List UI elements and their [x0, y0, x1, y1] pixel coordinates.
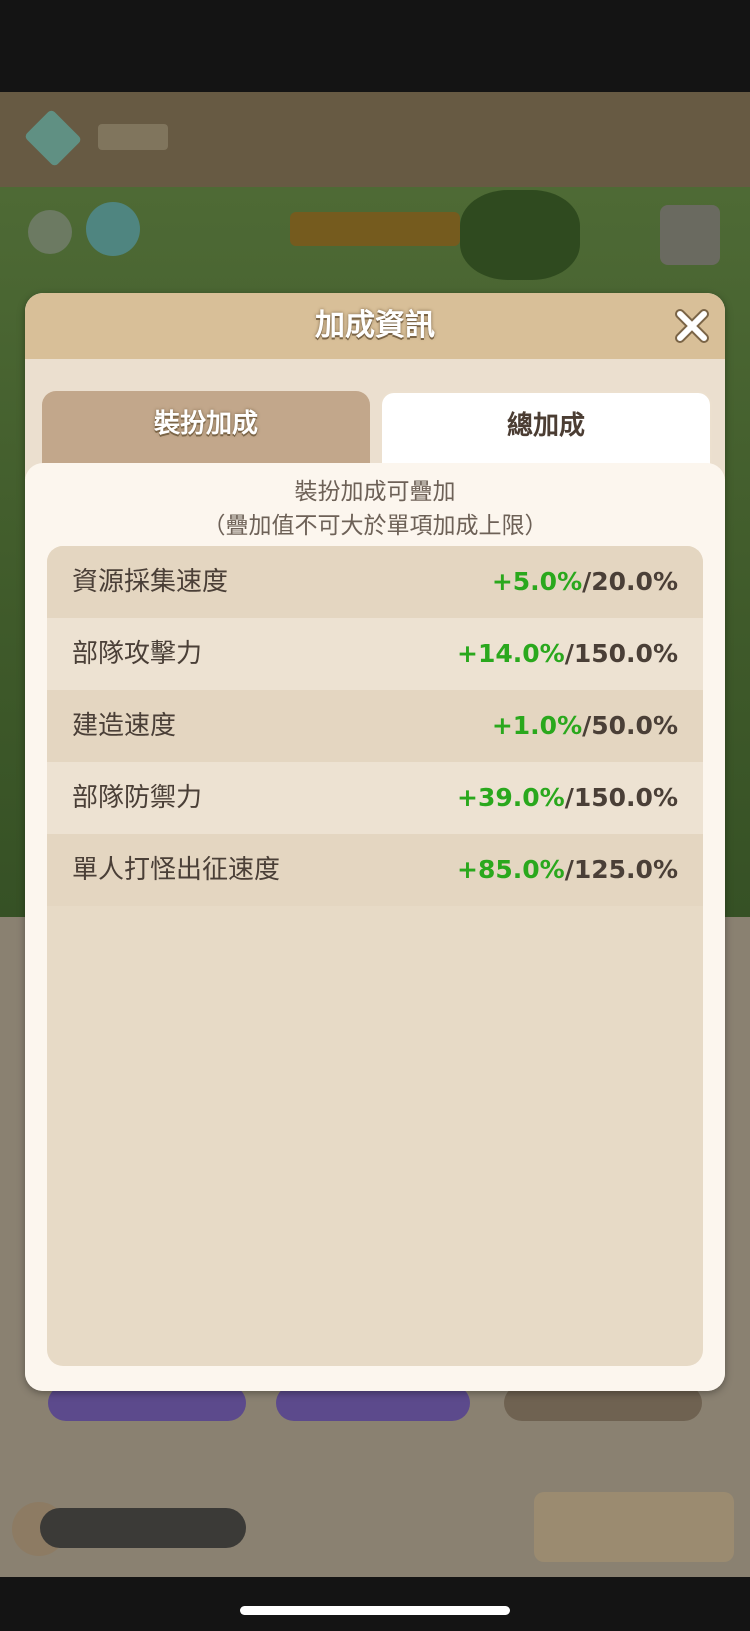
- bonus-cap: /125.0%: [564, 855, 678, 884]
- list-item: 部隊防禦力 +39.0%/150.0%: [47, 762, 703, 834]
- bonus-label: 建造速度: [72, 711, 177, 741]
- list-item: 資源採集速度 +5.0%/20.0%: [47, 546, 703, 618]
- bonus-value: +39.0%/150.0%: [457, 762, 678, 834]
- list-item: 建造速度 +1.0%/50.0%: [47, 690, 703, 762]
- bonus-label: 單人打怪出征速度: [72, 855, 281, 885]
- close-icon: [675, 309, 709, 343]
- bonus-label: 部隊防禦力: [72, 783, 203, 813]
- background-tree: [460, 190, 580, 280]
- stacking-note: 裝扮加成可疊加 （疊加值不可大於單項加成上限）: [25, 475, 725, 543]
- bonus-current: +14.0%: [457, 639, 565, 668]
- bonus-label: 部隊攻擊力: [72, 639, 203, 669]
- background-title-blur: [98, 124, 168, 150]
- background-house-icon: [660, 205, 720, 265]
- stacking-note-line1: 裝扮加成可疊加: [294, 479, 456, 505]
- close-button[interactable]: [671, 305, 713, 347]
- bonus-cap: /50.0%: [582, 711, 678, 740]
- background-avatar-icon: [28, 210, 72, 254]
- bonus-current: +85.0%: [457, 855, 565, 884]
- bonus-current: +1.0%: [491, 711, 583, 740]
- list-item: 單人打怪出征速度 +85.0%/125.0%: [47, 834, 703, 906]
- tab-content: 裝扮加成可疊加 （疊加值不可大於單項加成上限） 資源採集速度 +5.0%/20.…: [25, 463, 725, 1391]
- bonus-value: +85.0%/125.0%: [457, 834, 678, 906]
- bonus-label: 資源採集速度: [72, 567, 229, 597]
- background-globe-icon: [86, 202, 140, 256]
- bonus-value: +5.0%/20.0%: [492, 546, 678, 618]
- bonus-current: +39.0%: [457, 783, 565, 812]
- bonus-current: +5.0%: [491, 567, 583, 596]
- stacking-note-line2: （疊加值不可大於單項加成上限）: [202, 513, 548, 539]
- background-action-button: [534, 1492, 734, 1562]
- bonus-list: 資源採集速度 +5.0%/20.0% 部隊攻擊力 +14.0%/150.0% 建…: [47, 546, 703, 1366]
- background-bottom: [0, 1577, 750, 1631]
- background-pill: [40, 1508, 246, 1548]
- bonus-cap: /150.0%: [564, 639, 678, 668]
- dialog-title: 加成資訊: [315, 308, 435, 343]
- bonus-value: +1.0%/50.0%: [492, 690, 678, 762]
- bonus-cap: /20.0%: [582, 567, 678, 596]
- home-indicator[interactable]: [240, 1606, 510, 1615]
- bonus-cap: /150.0%: [564, 783, 678, 812]
- list-item: 部隊攻擊力 +14.0%/150.0%: [47, 618, 703, 690]
- background-banner: [290, 212, 460, 246]
- bonus-value: +14.0%/150.0%: [457, 618, 678, 690]
- bonus-info-dialog: 加成資訊 裝扮加成 總加成 裝扮加成可疊加 （疊加值不可大於單項加成上限） 資源…: [25, 293, 725, 1391]
